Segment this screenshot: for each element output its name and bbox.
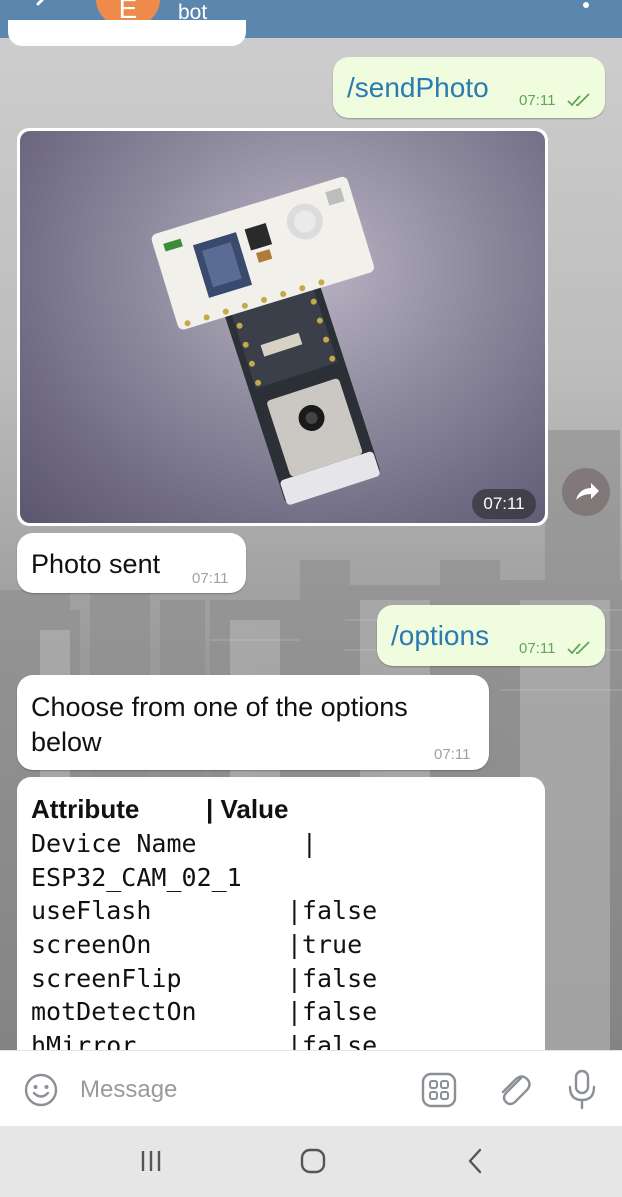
- command-link[interactable]: /sendPhoto: [347, 72, 489, 104]
- read-check-icon: [567, 641, 590, 655]
- emoji-icon[interactable]: [22, 1071, 60, 1109]
- table-row: useFlash |false: [31, 896, 378, 925]
- esp32-cam-photo[interactable]: [20, 131, 545, 523]
- message-bubble-incoming[interactable]: Photo sent 07:11: [17, 533, 246, 593]
- nav-back-icon[interactable]: [464, 1146, 486, 1176]
- message-text-line1: Choose from one of the options: [31, 692, 408, 722]
- previous-message-bubble: [8, 20, 246, 46]
- photo-timestamp: 07:11: [472, 489, 536, 519]
- table-row: ESP32_CAM_02_1: [31, 863, 242, 892]
- message-text-line2: below: [31, 727, 102, 757]
- message-bubble-outgoing[interactable]: /options 07:11: [377, 605, 605, 666]
- table-row: Device Name |: [31, 829, 317, 858]
- photo-message[interactable]: [17, 128, 548, 526]
- home-icon[interactable]: [298, 1146, 328, 1176]
- command-link[interactable]: /options: [391, 620, 489, 652]
- message-time: 07:11: [192, 570, 229, 587]
- recent-apps-icon[interactable]: [138, 1148, 164, 1174]
- attach-icon[interactable]: [494, 1069, 532, 1109]
- table-row: screenFlip |false: [31, 964, 378, 993]
- mic-icon[interactable]: [566, 1069, 598, 1111]
- table-header-attribute: Attribute: [31, 794, 140, 824]
- message-composer: [0, 1050, 622, 1126]
- bot-commands-icon[interactable]: [420, 1071, 458, 1109]
- message-time: 07:11: [519, 640, 556, 657]
- attributes-message[interactable]: Attribute | Value Device Name | ESP32_CA…: [17, 777, 545, 1067]
- more-vert-icon[interactable]: [582, 0, 590, 10]
- message-input[interactable]: [80, 1073, 400, 1107]
- share-button[interactable]: [562, 468, 610, 516]
- message-bubble-incoming[interactable]: Choose from one of the options below 07:…: [17, 675, 489, 770]
- table-row: screenOn |true: [31, 930, 363, 959]
- message-bubble-outgoing[interactable]: /sendPhoto 07:11: [333, 57, 605, 118]
- table-row: motDetectOn |false: [31, 997, 378, 1026]
- message-text: Photo sent: [31, 549, 161, 579]
- read-check-icon: [567, 93, 590, 107]
- table-header-value: | Value: [206, 794, 289, 824]
- back-arrow-icon[interactable]: [26, 0, 50, 14]
- system-nav-bar: [0, 1126, 622, 1197]
- message-time: 07:11: [519, 92, 556, 109]
- message-time: 07:11: [434, 746, 471, 763]
- share-arrow-icon: [576, 483, 599, 500]
